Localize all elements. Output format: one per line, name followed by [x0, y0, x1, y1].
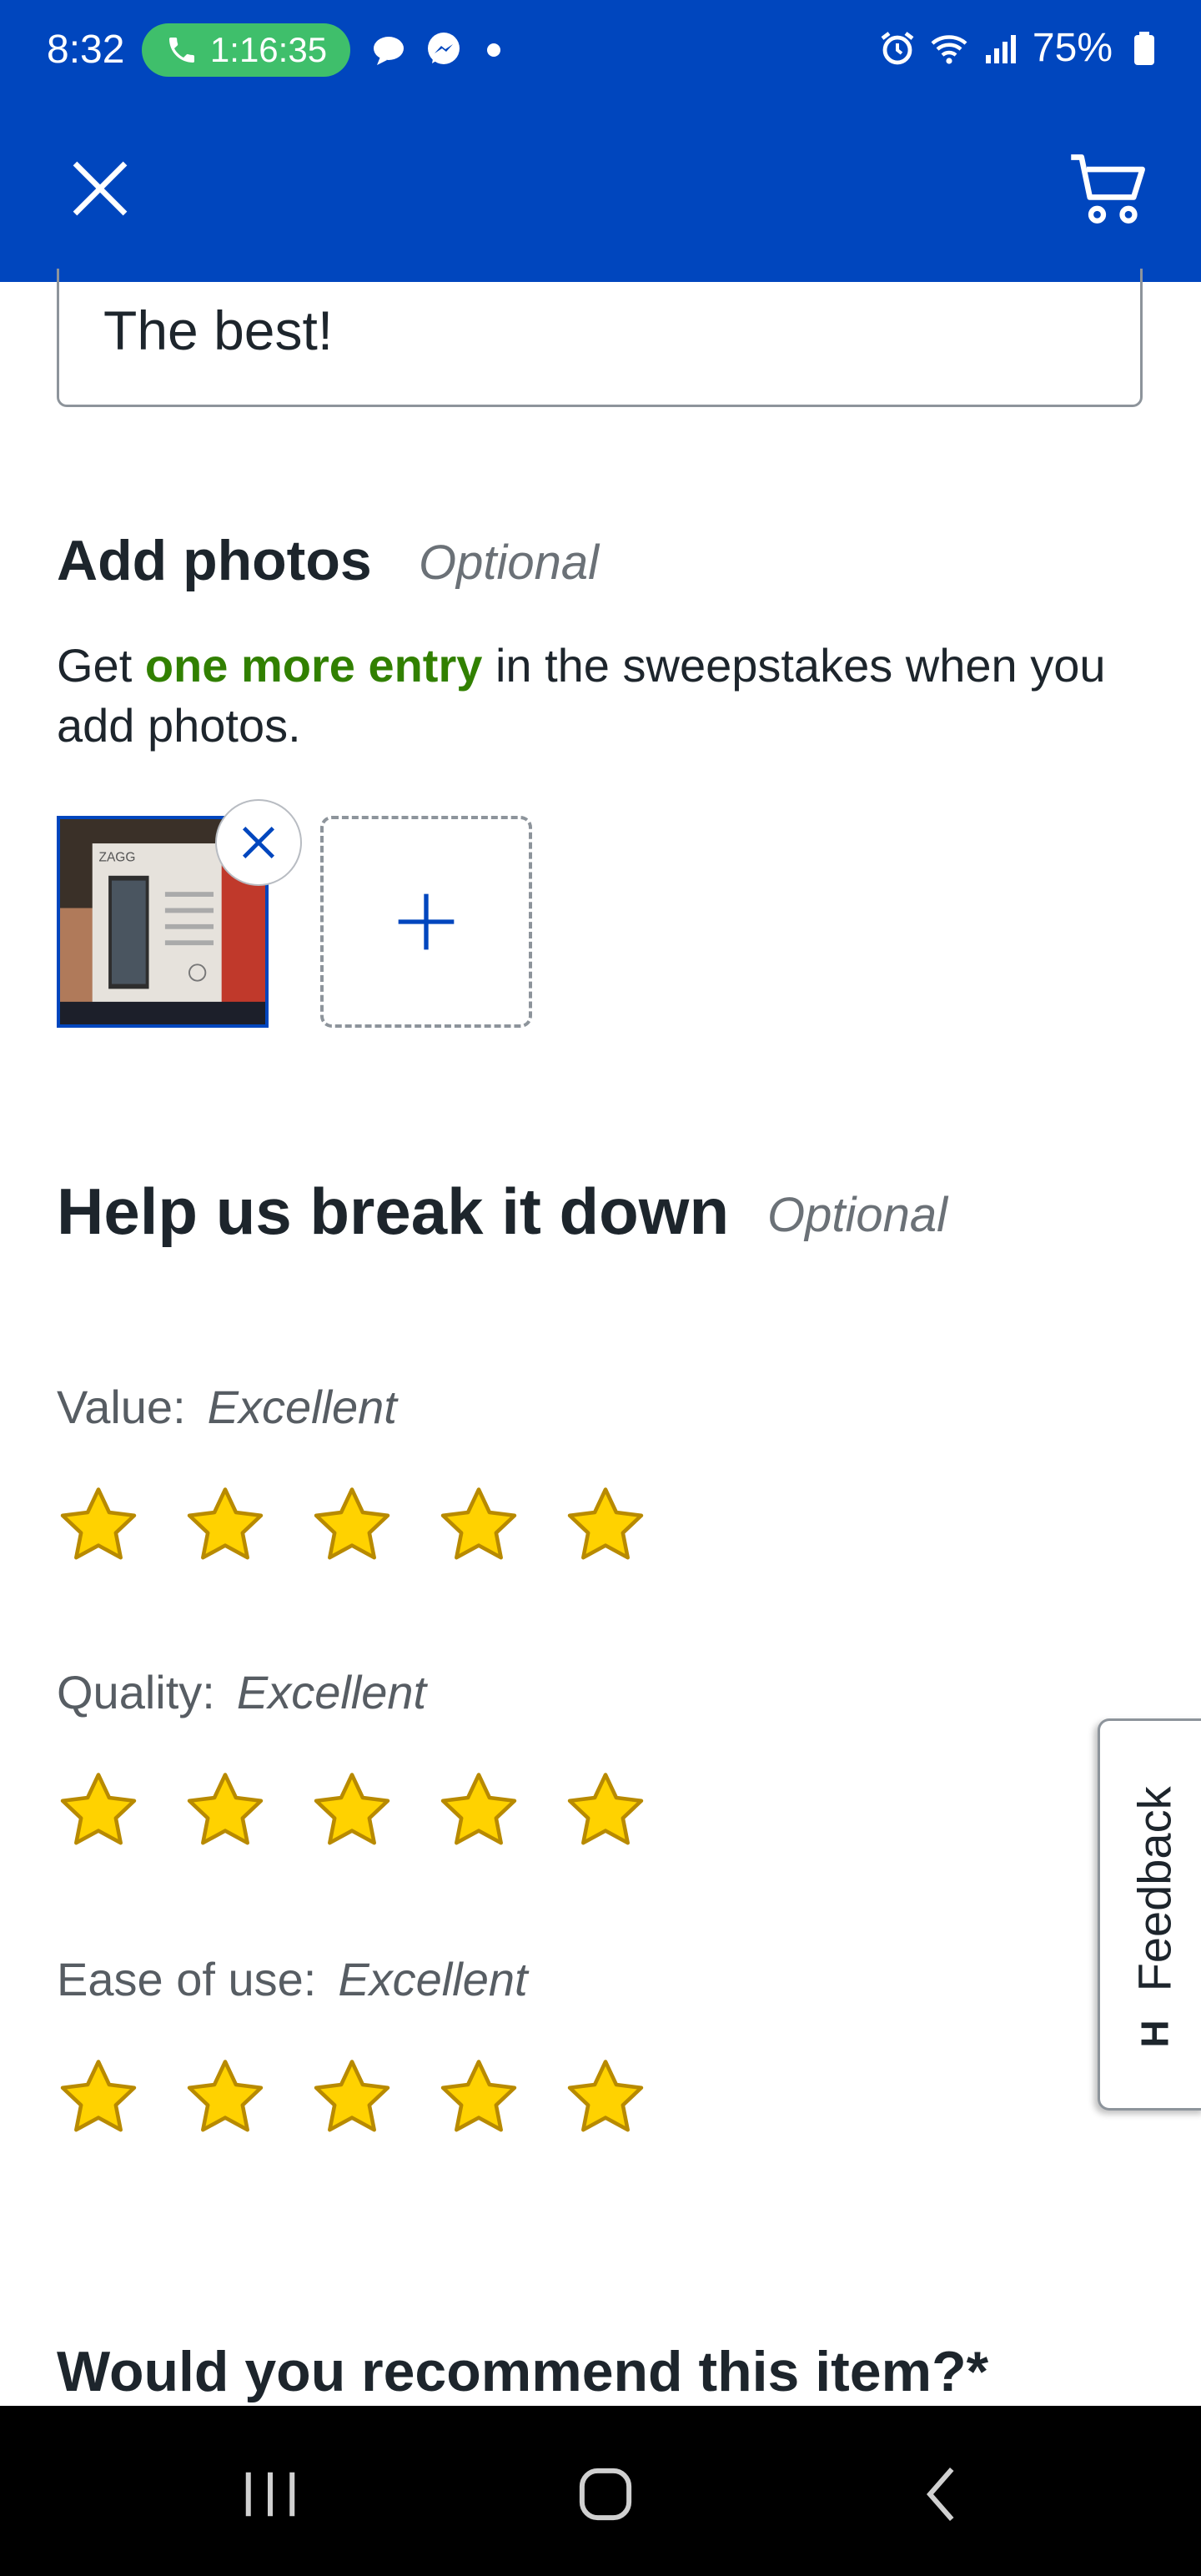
battery-percent: 75% [1032, 26, 1113, 70]
call-timer-pill[interactable]: 1:16:35 [142, 23, 350, 77]
review-text-value: The best! [103, 299, 334, 361]
feedback-label: Feedback [1128, 1786, 1181, 1992]
value-star-rating [57, 1483, 647, 1567]
star-2-icon[interactable] [183, 1768, 267, 1852]
add-photos-optional: Optional [419, 536, 600, 590]
star-1-icon[interactable] [57, 2055, 140, 2139]
star-4-icon[interactable] [437, 1483, 520, 1567]
feedback-glyph: H [1133, 2020, 1176, 2048]
status-time: 8:32 [47, 28, 125, 72]
ease-of-use-star-rating [57, 2055, 647, 2139]
add-photo-button[interactable] [320, 816, 532, 1028]
star-5-icon[interactable] [564, 1483, 647, 1567]
quality-star-rating [57, 1768, 647, 1852]
recommend-question: Would you recommend this item?* [57, 2340, 989, 2403]
cart-button[interactable] [1058, 138, 1158, 239]
recent-apps-button[interactable] [220, 2453, 320, 2536]
star-1-icon[interactable] [57, 1768, 140, 1852]
alarm-icon [881, 31, 914, 64]
call-timer: 1:16:35 [209, 30, 328, 69]
thumbnail-brand-text: ZAGG [98, 850, 135, 864]
close-icon [242, 826, 275, 859]
star-3-icon[interactable] [310, 1768, 394, 1852]
star-4-icon[interactable] [437, 2055, 520, 2139]
remove-photo-button[interactable] [215, 799, 302, 886]
star-5-icon[interactable] [564, 2055, 647, 2139]
rating-value-text: Excellent [236, 1666, 427, 1718]
add-photos-heading: Add photos [57, 529, 372, 592]
star-3-icon[interactable] [310, 2055, 394, 2139]
app-header [0, 103, 1201, 282]
signal-icon [985, 34, 1016, 63]
back-button[interactable] [892, 2453, 992, 2536]
star-2-icon[interactable] [183, 1483, 267, 1567]
promo-text-start: Get [57, 639, 145, 692]
notification-icons [370, 30, 500, 70]
value-rating-label: Value: Excellent [57, 1378, 397, 1436]
feedback-tab-content: H Feedback [1128, 1786, 1182, 2047]
more-notifications-dot [487, 43, 500, 57]
ease-of-use-rating-label: Ease of use: Excellent [57, 1950, 528, 2009]
back-icon [927, 2468, 954, 2521]
home-icon [579, 2468, 632, 2521]
star-1-icon[interactable] [57, 1483, 140, 1567]
close-button[interactable] [58, 147, 142, 230]
messenger-icon [428, 33, 460, 64]
quality-rating-label: Quality: Excellent [57, 1663, 426, 1722]
sweepstakes-promo: Get one more entry in the sweepstakes wh… [57, 636, 1158, 756]
rating-label-text: Value: [57, 1381, 186, 1433]
breakdown-heading: Help us break it down [57, 1175, 730, 1248]
rating-label-text: Ease of use: [57, 1953, 317, 2005]
rating-label-text: Quality: [57, 1666, 215, 1718]
breakdown-optional: Optional [767, 1188, 948, 1242]
feedback-tab[interactable]: H Feedback [1098, 1718, 1201, 2111]
plus-icon [398, 893, 455, 950]
star-3-icon[interactable] [310, 1483, 394, 1567]
recent-apps-icon [245, 2472, 295, 2517]
rating-value-text: Excellent [338, 1953, 528, 2005]
phone-icon [168, 38, 194, 63]
rating-value-text: Excellent [207, 1381, 397, 1433]
chat-bubbles-icon [374, 37, 404, 65]
star-5-icon[interactable] [564, 1768, 647, 1852]
star-4-icon[interactable] [437, 1768, 520, 1852]
cart-icon [1071, 154, 1145, 224]
status-bar: 8:32 1:16:35 75% [0, 0, 1201, 103]
promo-highlight: one more entry [144, 639, 483, 692]
battery-icon [1134, 31, 1154, 65]
close-icon [73, 161, 128, 216]
home-button[interactable] [555, 2453, 656, 2536]
star-2-icon[interactable] [183, 2055, 267, 2139]
wifi-icon [931, 34, 967, 64]
status-right: 75% [877, 25, 1164, 71]
